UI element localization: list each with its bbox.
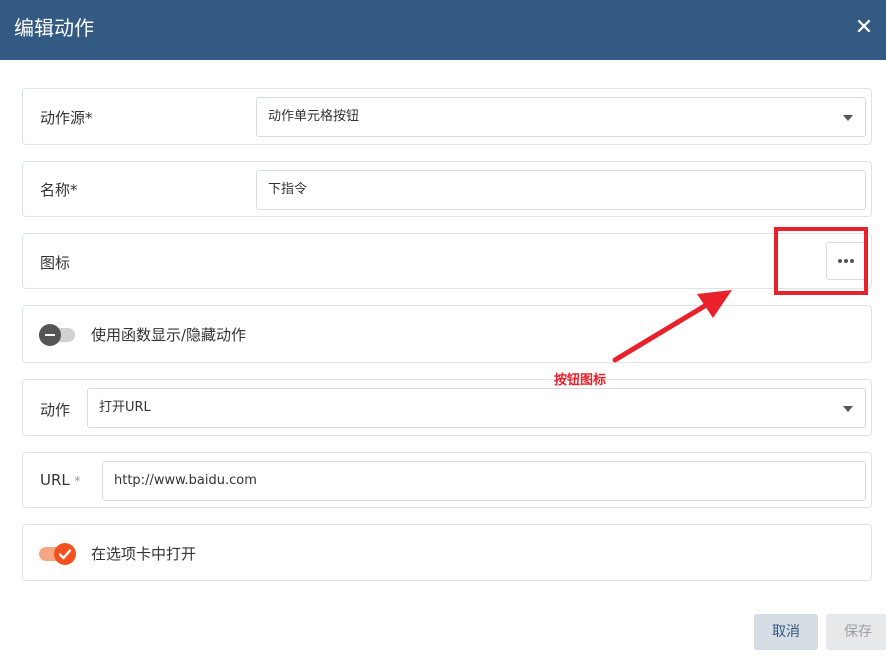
annotation-label: 按钮图标 xyxy=(554,373,607,388)
save-button[interactable]: 保存 xyxy=(826,614,886,650)
annotation-arrow xyxy=(612,290,732,363)
cancel-button[interactable]: 取消 xyxy=(754,614,818,650)
